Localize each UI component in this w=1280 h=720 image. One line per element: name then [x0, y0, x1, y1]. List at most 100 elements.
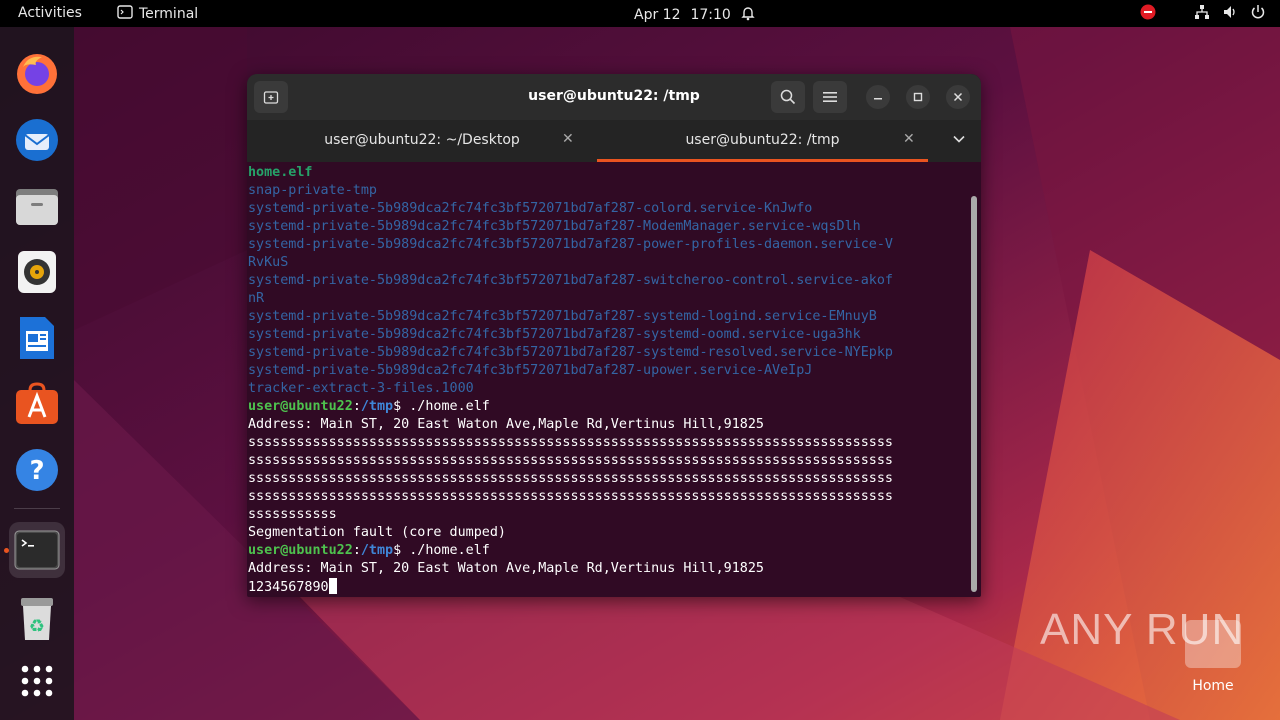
- terminal-line: tracker-extract-3-files.1000: [248, 380, 969, 398]
- app-menu-label: Terminal: [139, 6, 199, 22]
- terminal-line: user@ubuntu22:/tmp$ ./home.elf: [248, 542, 969, 560]
- terminal-line: nR: [248, 290, 969, 308]
- app-center-icon[interactable]: [9, 376, 65, 432]
- terminal-line: systemd-private-5b989dca2fc74fc3bf572071…: [248, 362, 969, 380]
- tab-desktop[interactable]: user@ubuntu22: ~/Desktop ✕: [247, 120, 597, 162]
- prompt-separator: :: [352, 399, 361, 414]
- terminal-line: systemd-private-5b989dca2fc74fc3bf572071…: [248, 218, 969, 236]
- network-icon[interactable]: [1194, 4, 1210, 24]
- directory-entry: systemd-private-5b989dca2fc74fc3bf572071…: [248, 363, 813, 378]
- directory-entry: systemd-private-5b989dca2fc74fc3bf572071…: [248, 309, 877, 324]
- directory-entry: RvKuS: [248, 255, 289, 270]
- tab-close-icon[interactable]: ✕: [903, 131, 915, 147]
- svg-text:?: ?: [29, 456, 44, 486]
- tab-bar: user@ubuntu22: ~/Desktop ✕ user@ubuntu22…: [247, 120, 981, 162]
- thunderbird-icon[interactable]: [9, 112, 65, 168]
- hamburger-menu-icon: [823, 92, 837, 102]
- terminal-app-icon: [117, 5, 133, 23]
- output-text: ssssssssssssssssssssssssssssssssssssssss…: [248, 435, 893, 450]
- terminal-line: 1234567890: [248, 578, 969, 596]
- window-titlebar[interactable]: user@ubuntu22: /tmp: [247, 74, 981, 120]
- output-text: sssssssssss: [248, 507, 337, 522]
- tab-label: user@ubuntu22: ~/Desktop: [324, 132, 520, 148]
- terminal-line: systemd-private-5b989dca2fc74fc3bf572071…: [248, 344, 969, 362]
- tab-list-button[interactable]: [947, 120, 973, 162]
- terminal-line: systemd-private-5b989dca2fc74fc3bf572071…: [248, 308, 969, 326]
- minimize-icon: [874, 98, 882, 100]
- output-text: Address: Main ST, 20 East Waton Ave,Mapl…: [248, 561, 764, 576]
- search-button[interactable]: [771, 81, 805, 113]
- writer-icon[interactable]: [9, 310, 65, 366]
- text-cursor: [328, 578, 337, 594]
- terminal-scrollbar[interactable]: [971, 196, 977, 592]
- typed-input: 1234567890: [248, 580, 329, 595]
- menu-button[interactable]: [813, 81, 847, 113]
- clock-date: Apr 12: [634, 7, 681, 23]
- terminal-window: user@ubuntu22: /tmp user@ubuntu22: ~/Des…: [247, 74, 981, 597]
- help-icon[interactable]: ?: [9, 442, 65, 498]
- terminal-line: ssssssssssssssssssssssssssssssssssssssss…: [248, 470, 969, 488]
- directory-entry: systemd-private-5b989dca2fc74fc3bf572071…: [248, 345, 893, 360]
- directory-entry: systemd-private-5b989dca2fc74fc3bf572071…: [248, 273, 893, 288]
- terminal-line: ssssssssssssssssssssssssssssssssssssssss…: [248, 434, 969, 452]
- prompt-user: user@ubuntu22: [248, 543, 353, 558]
- app-menu[interactable]: Terminal: [117, 5, 198, 23]
- output-text: ssssssssssssssssssssssssssssssssssssssss…: [248, 471, 893, 486]
- top-bar: Activities Terminal Apr 12 17:10: [0, 0, 1280, 27]
- power-icon[interactable]: [1250, 4, 1266, 24]
- show-apps-icon[interactable]: [9, 653, 65, 709]
- terminal-line: home.elf: [248, 164, 969, 182]
- activities-button[interactable]: Activities: [18, 5, 82, 21]
- terminal-line: snap-private-tmp: [248, 182, 969, 200]
- system-tray[interactable]: [1140, 4, 1266, 24]
- prompt-command: $ ./home.elf: [393, 543, 490, 558]
- minimize-button[interactable]: [866, 85, 890, 109]
- tab-label: user@ubuntu22: /tmp: [685, 132, 840, 148]
- directory-entry: systemd-private-5b989dca2fc74fc3bf572071…: [248, 201, 813, 216]
- volume-icon[interactable]: [1222, 4, 1238, 24]
- svg-text:♻: ♻: [29, 616, 45, 637]
- files-icon[interactable]: [9, 178, 65, 234]
- trash-icon[interactable]: ♻: [9, 591, 65, 647]
- clock-time: 17:10: [690, 7, 731, 23]
- prompt-command: $ ./home.elf: [393, 399, 490, 414]
- prompt-separator: :: [352, 543, 361, 558]
- directory-entry: snap-private-tmp: [248, 183, 377, 198]
- directory-entry: nR: [248, 291, 265, 306]
- search-icon: [780, 89, 796, 105]
- home-folder-label[interactable]: Home: [1180, 678, 1246, 694]
- terminal-line: ssssssssssssssssssssssssssssssssssssssss…: [248, 452, 969, 470]
- output-text: Address: Main ST, 20 East Waton Ave,Mapl…: [248, 417, 764, 432]
- prompt-user: user@ubuntu22: [248, 399, 353, 414]
- output-text: ssssssssssssssssssssssssssssssssssssssss…: [248, 453, 893, 468]
- do-not-disturb-icon[interactable]: [1140, 4, 1156, 24]
- executable-entry: home.elf: [248, 165, 313, 180]
- tab-tmp[interactable]: user@ubuntu22: /tmp ✕: [597, 120, 928, 162]
- terminal-line: Address: Main ST, 20 East Waton Ave,Mapl…: [248, 560, 969, 578]
- tab-close-icon[interactable]: ✕: [562, 131, 574, 147]
- output-text: ssssssssssssssssssssssssssssssssssssssss…: [248, 489, 893, 504]
- terminal-icon[interactable]: [9, 522, 65, 578]
- directory-entry: systemd-private-5b989dca2fc74fc3bf572071…: [248, 327, 861, 342]
- maximize-button[interactable]: [906, 85, 930, 109]
- firefox-icon[interactable]: [9, 46, 65, 102]
- maximize-icon: [913, 92, 923, 102]
- prompt-path: /tmp: [360, 543, 394, 558]
- rhythmbox-icon[interactable]: [9, 244, 65, 300]
- directory-entry: systemd-private-5b989dca2fc74fc3bf572071…: [248, 237, 893, 252]
- directory-entry: systemd-private-5b989dca2fc74fc3bf572071…: [248, 219, 861, 234]
- clock[interactable]: Apr 12 17:10: [634, 5, 755, 25]
- terminal-line: RvKuS: [248, 254, 969, 272]
- home-folder-icon[interactable]: [1185, 620, 1241, 668]
- terminal-line: systemd-private-5b989dca2fc74fc3bf572071…: [248, 272, 969, 290]
- close-button[interactable]: [946, 85, 970, 109]
- terminal-output[interactable]: home.elf snap-private-tmp systemd-private-…: [247, 162, 969, 597]
- directory-entry: tracker-extract-3-files.1000: [248, 381, 474, 396]
- bell-icon: [741, 5, 755, 25]
- terminal-line: ssssssssssssssssssssssssssssssssssssssss…: [248, 488, 969, 506]
- terminal-line: Segmentation fault (core dumped): [248, 524, 969, 542]
- close-icon: [953, 92, 963, 102]
- terminal-line: Address: Main ST, 20 East Waton Ave,Mapl…: [248, 416, 969, 434]
- output-text: Segmentation fault (core dumped): [248, 525, 506, 540]
- terminal-line: sssssssssss: [248, 506, 969, 524]
